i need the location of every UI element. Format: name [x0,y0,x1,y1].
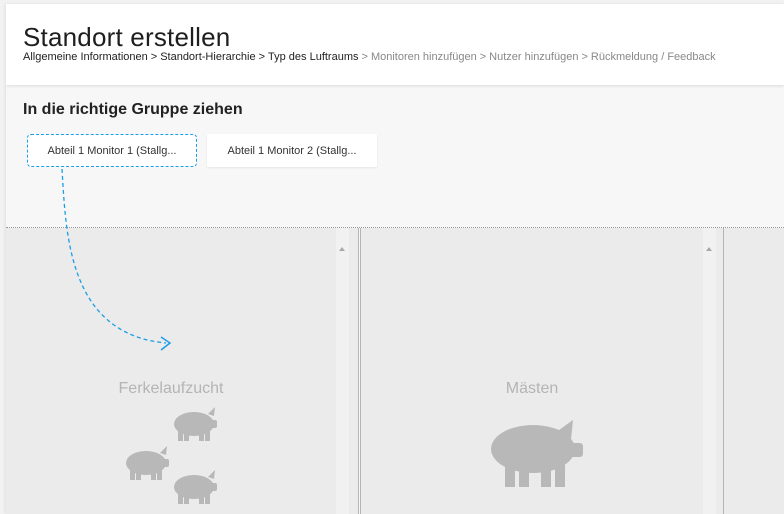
breadcrumb-step-location-hierarchy[interactable]: Standort-Hierarchie [160,51,255,63]
group-label: Ferkelaufzucht [118,380,224,397]
breadcrumb-separator: > [361,51,368,63]
scroll-up-arrow-icon[interactable] [339,247,345,251]
breadcrumb-separator: > [479,51,487,63]
draggable-monitor-chip-2[interactable]: Abteil 1 Monitor 2 (Stallg... [207,134,377,167]
breadcrumb-step-general-info[interactable]: Allgemeine Informationen [23,51,148,63]
page-title: Standort erstellen [23,22,231,52]
draggable-monitor-chip-1[interactable]: Abteil 1 Monitor 1 (Stallg... [27,134,197,167]
drop-zone-maesten[interactable]: Mästen [360,228,724,514]
scrollbar[interactable] [336,228,349,514]
breadcrumb-step-airspace-type[interactable]: Typ des Luftraums [268,51,359,63]
breadcrumb-step-feedback: Rückmeldung / Feedback [590,51,716,63]
breadcrumb-separator: > [258,51,265,63]
page-header: Standort erstellen Allgemeine Informatio… [6,4,784,85]
scrollbar[interactable] [703,228,716,514]
scroll-up-arrow-icon[interactable] [706,247,712,251]
piglets-icon [126,407,217,504]
group-label: Mästen [505,380,559,397]
breadcrumb: Allgemeine Informationen > Standort-Hierar… [23,51,716,63]
breadcrumb-step-add-users: Nutzer hinzufügen [489,51,579,63]
breadcrumb-step-add-monitors: Monitoren hinzufügen [370,51,477,63]
window: Standort erstellen Allgemeine Informatio… [6,4,784,514]
breadcrumb-separator: > [581,51,588,63]
breadcrumb-separator: > [150,51,158,63]
pig-icon [491,420,583,487]
drop-zone-partial[interactable] [724,228,784,514]
group-drop-area: Ferkelaufzucht Mästen [6,227,784,514]
section-title: In die richtige Gruppe ziehen [23,101,243,118]
drop-zone-ferkelaufzucht[interactable]: Ferkelaufzucht [6,228,359,514]
